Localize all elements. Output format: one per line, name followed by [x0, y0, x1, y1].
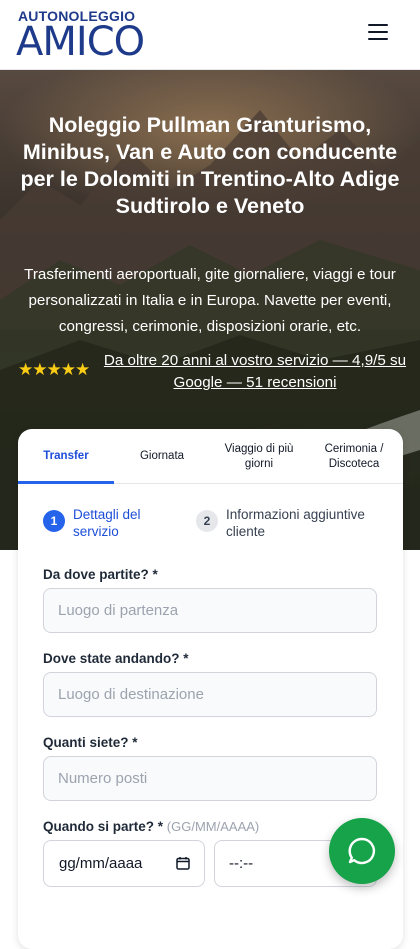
seats-input[interactable] [43, 756, 377, 801]
date-format-hint: (GG/MM/AAAA) [166, 819, 260, 834]
site-header: AUTONOLEGGIO AMICO [0, 0, 420, 70]
google-reviews-link[interactable]: Da oltre 20 anni al vostro servizio — 4,… [102, 350, 408, 394]
when-label-text: Quando si parte? * [43, 819, 164, 834]
logo-letters-mi: MI [42, 19, 87, 65]
rating-row: ★★★★★ Da oltre 20 anni al vostro servizi… [18, 350, 408, 394]
logo-letter-a: A [16, 19, 43, 65]
calendar-icon[interactable] [176, 856, 190, 870]
step-1[interactable]: 1 Dettagli del servizio [43, 506, 183, 542]
to-label: Dove state andando? * [43, 651, 189, 666]
step-label: Dettagli del servizio [73, 507, 141, 539]
brand-logo[interactable]: AUTONOLEGGIO AMICO [16, 6, 146, 64]
destination-input[interactable] [43, 672, 377, 717]
time-value: --:-- [229, 855, 254, 872]
date-value: gg/mm/aaaa [59, 855, 143, 872]
when-label: Quando si parte? * (GG/MM/AAAA) [43, 819, 259, 834]
tab-transfer[interactable]: Transfer [18, 429, 114, 484]
people-label: Quanti siete? * [43, 735, 138, 750]
whatsapp-chat-icon [348, 837, 376, 865]
from-label: Da dove partite? * [43, 567, 158, 582]
step-number: 1 [43, 510, 65, 532]
departure-input[interactable] [43, 588, 377, 633]
logo-letters-co: CO [86, 19, 145, 65]
hero-title: Noleggio Pullman Granturismo, Minibus, V… [20, 113, 400, 218]
hero-subtitle: Trasferimenti aeroportuali, gite giornal… [24, 266, 396, 335]
step-label: Informazioni aggiuntive cliente [226, 507, 365, 539]
date-input[interactable]: gg/mm/aaaa [43, 840, 205, 887]
whatsapp-chat-button[interactable] [329, 818, 395, 884]
step-number: 2 [196, 510, 218, 532]
service-tabs: Transfer Giornata Viaggio di più giorni … [18, 429, 403, 484]
tab-viaggio-piu-giorni[interactable]: Viaggio di più giorni [214, 429, 304, 484]
tab-giornata[interactable]: Giornata [114, 429, 210, 484]
tab-cerimonia-discoteca[interactable]: Cerimonia / Discoteca [308, 429, 400, 484]
star-rating-icon: ★★★★★ [18, 360, 90, 380]
logo-main-text: AMICO [16, 19, 145, 65]
step-2[interactable]: 2 Informazioni aggiuntive cliente [196, 506, 396, 542]
hamburger-menu-icon[interactable] [368, 24, 392, 44]
form-steps: 1 Dettagli del servizio 2 Informazioni a… [18, 484, 403, 554]
